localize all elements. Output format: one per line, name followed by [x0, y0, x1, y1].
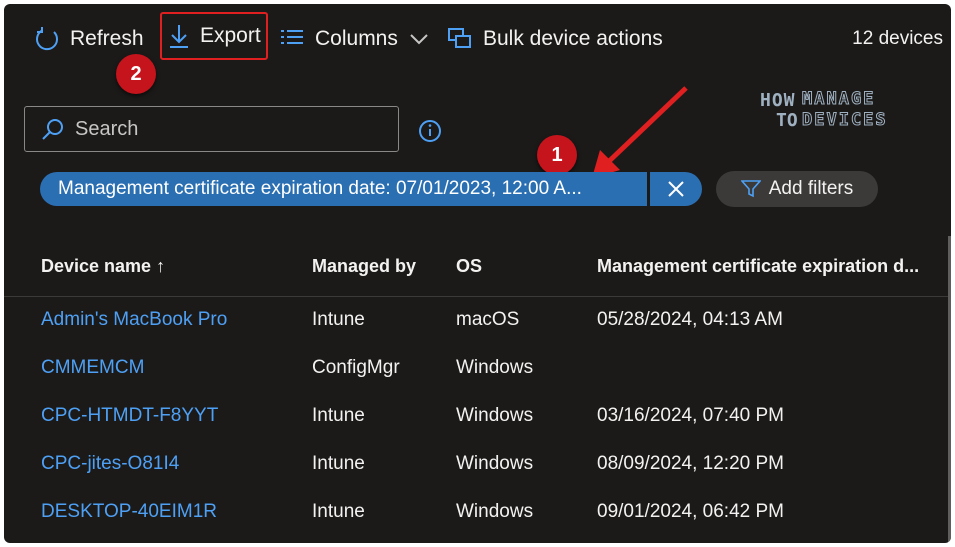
bulk-device-actions-button[interactable]: Bulk device actions	[447, 18, 663, 60]
table-row[interactable]: CMMEMCM ConfigMgr Windows	[4, 345, 951, 393]
table-row[interactable]: CPC-jites-O81I4 Intune Windows 08/09/202…	[4, 441, 951, 489]
filter-chip[interactable]: Management certificate expiration date: …	[40, 172, 702, 206]
os-cell: macOS	[456, 309, 520, 330]
table-header: Device name ↑ Managed by OS Management c…	[4, 242, 951, 297]
search-input[interactable]: Search	[24, 106, 399, 152]
refresh-button[interactable]: Refresh	[34, 18, 144, 60]
info-icon[interactable]	[418, 119, 442, 143]
bulk-actions-icon	[448, 28, 471, 48]
search-placeholder: Search	[75, 117, 139, 140]
cert-expiration-cell: 09/01/2024, 06:42 PM	[597, 501, 784, 522]
refresh-icon	[36, 27, 59, 51]
column-header-os[interactable]: OS	[456, 256, 482, 277]
table-row[interactable]: Admin's MacBook Pro Intune macOS 05/28/2…	[4, 297, 951, 345]
export-button[interactable]: Export	[160, 12, 268, 60]
bulk-actions-label: Bulk device actions	[483, 27, 663, 50]
annotation-arrow	[592, 86, 688, 178]
column-header-managed-by[interactable]: Managed by	[312, 256, 416, 277]
annotation-badge-1: 1	[537, 135, 577, 175]
device-name-link[interactable]: CPC-HTMDT-F8YYT	[41, 405, 218, 427]
columns-button[interactable]: Columns	[279, 18, 438, 60]
filter-icon	[740, 180, 761, 198]
remove-filter-button[interactable]	[650, 172, 702, 206]
managed-by-cell: ConfigMgr	[312, 357, 400, 378]
device-name-link[interactable]: CPC-jites-O81I4	[41, 453, 179, 475]
cert-expiration-cell: 08/09/2024, 12:20 PM	[597, 453, 784, 474]
logo-devices: DEVICES	[802, 110, 888, 131]
managed-by-cell: Intune	[312, 309, 365, 330]
annotation-badge-2: 2	[116, 54, 156, 94]
columns-label: Columns	[315, 27, 398, 50]
device-table: Device name ↑ Managed by OS Management c…	[4, 242, 951, 537]
download-icon	[170, 25, 188, 48]
managed-by-cell: Intune	[312, 453, 365, 474]
cert-expiration-cell: 05/28/2024, 04:13 AM	[597, 309, 783, 330]
how-to-manage-devices-logo: HOW TO MANAGE DEVICES	[756, 88, 894, 134]
column-header-device-name[interactable]: Device name ↑	[41, 256, 165, 277]
table-row[interactable]: DESKTOP-40EIM1R Intune Windows 09/01/202…	[4, 489, 951, 537]
os-cell: Windows	[456, 405, 534, 426]
close-icon	[668, 181, 684, 197]
columns-icon	[281, 30, 303, 44]
logo-how: HOW	[760, 90, 796, 111]
os-cell: Windows	[456, 453, 534, 474]
managed-by-cell: Intune	[312, 405, 365, 426]
managed-by-cell: Intune	[312, 501, 365, 522]
table-row[interactable]: CPC-HTMDT-F8YYT Intune Windows 03/16/202…	[4, 393, 951, 441]
device-name-link[interactable]: Admin's MacBook Pro	[41, 309, 227, 331]
os-cell: Windows	[456, 501, 534, 522]
logo-to: TO	[776, 110, 798, 131]
filter-chip-label[interactable]: Management certificate expiration date: …	[40, 172, 647, 206]
add-filters-label: Add filters	[768, 178, 854, 199]
search-icon	[42, 119, 63, 140]
chevron-down-icon	[410, 34, 428, 45]
vertical-scrollbar[interactable]	[948, 236, 951, 543]
device-name-link[interactable]: DESKTOP-40EIM1R	[41, 501, 217, 523]
cert-expiration-cell: 03/16/2024, 07:40 PM	[597, 405, 784, 426]
device-list-panel: Refresh Export Columns Bulk device actio…	[4, 4, 951, 543]
add-filters-button[interactable]: Add filters	[716, 171, 878, 207]
device-name-link[interactable]: CMMEMCM	[41, 357, 144, 379]
export-label: Export	[200, 24, 261, 47]
logo-manage: MANAGE	[801, 89, 876, 110]
device-count: 12 devices	[852, 28, 943, 49]
refresh-label: Refresh	[70, 27, 144, 50]
os-cell: Windows	[456, 357, 534, 378]
column-header-cert-expiration[interactable]: Management certificate expiration d...	[597, 256, 919, 277]
